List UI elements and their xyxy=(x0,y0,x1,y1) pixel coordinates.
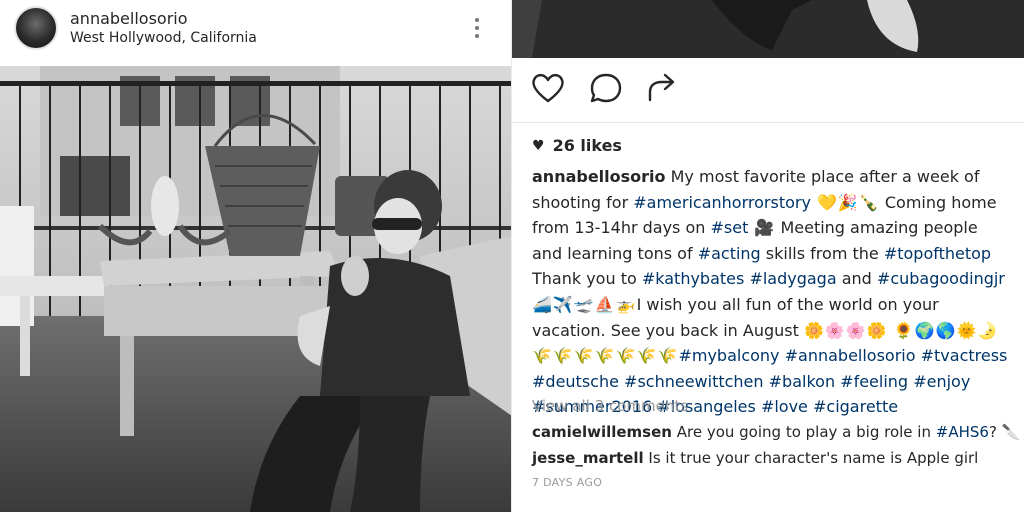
hashtag[interactable]: #kathybates xyxy=(642,269,745,288)
hashtag[interactable]: #tvactress xyxy=(921,346,1008,365)
post-header: annabellosorio West Hollywood, Californi… xyxy=(0,0,512,58)
action-bar xyxy=(512,70,1024,114)
hashtag[interactable]: #set xyxy=(710,218,748,237)
hashtag[interactable]: #cubagoodingjr xyxy=(877,269,1005,288)
right-screenshot: ♥ 26 likes annabellosorio My most favori… xyxy=(512,0,1024,512)
caption-emoji: 💛🎉🍾 xyxy=(810,192,880,212)
comment-item: jesse_martell Is it true your character'… xyxy=(532,449,978,467)
avatar[interactable] xyxy=(14,6,58,50)
caption-text: Thank you to xyxy=(532,269,642,289)
caption-emoji: 🎥 xyxy=(748,218,776,238)
likes-label: 26 likes xyxy=(552,136,622,155)
comment-text: ? 🔪 xyxy=(988,423,1021,441)
caption-username[interactable]: annabellosorio xyxy=(532,167,666,186)
heart-filled-icon: ♥ xyxy=(532,137,545,154)
hashtag[interactable]: #love xyxy=(761,397,808,416)
comment-username[interactable]: camielwillemsen xyxy=(532,423,672,441)
heart-outline-icon[interactable] xyxy=(530,70,566,106)
hashtag[interactable]: #annabellosorio xyxy=(785,346,916,365)
view-all-comments-link[interactable]: View all 3 comments xyxy=(532,397,688,415)
hashtag[interactable]: #mybalcony xyxy=(678,346,779,365)
photo-bottom-image xyxy=(512,0,1024,58)
hashtag[interactable]: #schneewittchen xyxy=(624,372,764,391)
caption-text: skills from the xyxy=(760,243,884,263)
caption-text: and xyxy=(836,269,877,289)
comment-item: camielwillemsen Are you going to play a … xyxy=(532,423,1020,441)
vertical-ellipsis-icon[interactable] xyxy=(470,16,484,40)
hashtag[interactable]: #deutsche xyxy=(532,372,619,391)
photo-image xyxy=(0,66,512,512)
comment-username[interactable]: jesse_martell xyxy=(532,449,644,467)
speech-bubble-icon[interactable] xyxy=(588,70,624,106)
hashtag[interactable]: #acting xyxy=(698,244,761,263)
left-screenshot: annabellosorio West Hollywood, Californi… xyxy=(0,0,512,512)
post-location[interactable]: West Hollywood, California xyxy=(70,30,257,46)
comment-text: Are you going to play a big role in xyxy=(671,423,936,441)
separator xyxy=(512,122,1024,123)
share-arrow-icon[interactable] xyxy=(644,70,680,106)
hashtag[interactable]: #topofthetop xyxy=(884,244,991,263)
hashtag[interactable]: #enjoy xyxy=(913,372,970,391)
post-photo[interactable] xyxy=(0,66,512,512)
hashtag[interactable]: #feeling xyxy=(840,372,908,391)
hashtag[interactable]: #AHS6 xyxy=(936,423,989,441)
hashtag[interactable]: #cigarette xyxy=(813,397,898,416)
hashtag[interactable]: #americanhorrorstory xyxy=(633,193,811,212)
caption-emoji: 🚄✈️🛫⛵🚁 xyxy=(532,294,637,314)
likes-count[interactable]: ♥ 26 likes xyxy=(532,136,622,155)
post-photo-bottom[interactable] xyxy=(512,0,1024,58)
hashtag[interactable]: #ladygaga xyxy=(749,269,836,288)
comment-text: Is it true your character's name is Appl… xyxy=(643,449,979,467)
post-caption: annabellosorio My most favorite place af… xyxy=(532,164,1010,420)
post-username[interactable]: annabellosorio xyxy=(70,9,188,28)
post-timestamp: 7 DAYS AGO xyxy=(532,476,603,489)
hashtag[interactable]: #balkon xyxy=(769,372,835,391)
